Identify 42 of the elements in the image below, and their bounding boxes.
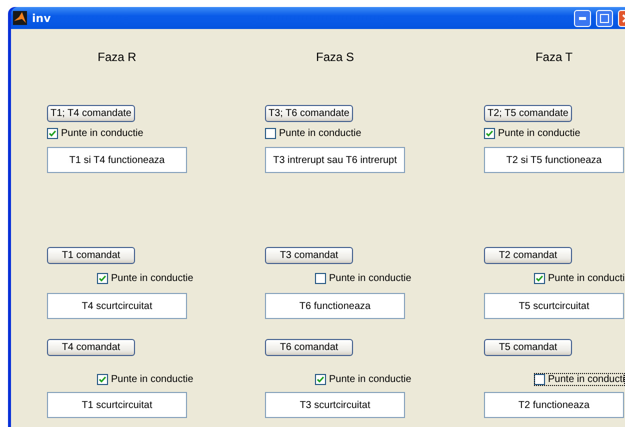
minimize-button[interactable] [574, 10, 591, 26]
status-field: T1 scurtcircuitat [47, 392, 187, 418]
status-field: T2 si T5 functioneaza [484, 147, 624, 173]
command-button[interactable]: T1 comandat [47, 247, 135, 264]
phase-heading: Faza R [96, 50, 138, 64]
bridge-checkbox[interactable]: Punte in conducti [534, 272, 625, 285]
status-field: T6 functioneaza [265, 293, 405, 319]
maximize-button[interactable] [596, 10, 613, 26]
bridge-checkbox[interactable]: Punte in conductie [97, 272, 194, 285]
status-field: T4 scurtcircuitat [47, 293, 187, 319]
command-button[interactable]: T2; T5 comandate [484, 105, 572, 122]
app-logo-icon [13, 11, 27, 25]
command-button[interactable]: T2 comandat [484, 247, 572, 264]
window-title: inv [32, 12, 52, 24]
command-button[interactable]: T6 comandat [265, 339, 353, 356]
command-button[interactable]: T4 comandat [47, 339, 135, 356]
status-field: T3 intrerupt sau T6 intrerupt [265, 147, 405, 173]
status-field: T3 scurtcircuitat [265, 392, 405, 418]
check-icon [486, 130, 493, 137]
bridge-checkbox[interactable]: Punte in conductie [97, 373, 194, 386]
check-icon [99, 376, 106, 383]
check-icon [99, 275, 106, 282]
bridge-checkbox[interactable]: Punte in conductie [315, 373, 412, 386]
minimize-icon [579, 16, 586, 20]
bridge-checkbox[interactable]: Punte in conductie [315, 272, 412, 285]
bridge-checkbox[interactable]: Punte in conductie [484, 127, 580, 140]
command-button[interactable]: T3 comandat [265, 247, 353, 264]
check-icon [49, 130, 56, 137]
bridge-checkbox[interactable]: Punte in conductie [265, 127, 362, 140]
phase-heading: Faza S [314, 50, 355, 64]
check-icon [317, 376, 324, 383]
command-button[interactable]: T3; T6 comandate [265, 105, 353, 122]
bridge-checkbox[interactable]: Punte in conducti [534, 373, 625, 386]
command-button[interactable]: T5 comandat [484, 339, 572, 356]
check-icon [536, 275, 543, 282]
maximize-icon [600, 14, 609, 22]
command-button[interactable]: T1; T4 comandate [47, 105, 135, 122]
phase-heading: Faza T [534, 50, 574, 64]
status-field: T1 si T4 functioneaza [47, 147, 187, 173]
bridge-checkbox[interactable]: Punte in conductie [47, 127, 144, 140]
status-field: T2 functioneaza [484, 392, 624, 418]
status-field: T5 scurtcircuitat [484, 293, 624, 319]
